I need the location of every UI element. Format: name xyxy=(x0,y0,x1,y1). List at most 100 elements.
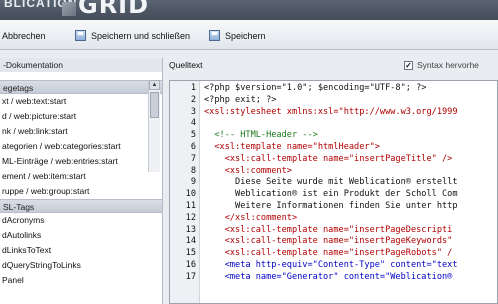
code-line: 14 <xsl:call-template name="insertPageKe… xyxy=(170,236,497,248)
code-line: 12 </xsl:comment> xyxy=(170,212,497,225)
code-line: 9 Diese Seite wurde mit Weblication® ers… xyxy=(170,177,497,189)
line-number: 9 xyxy=(190,177,196,188)
code-segment: <xsl:stylesheet xmlns:xsl="http://www.w3… xyxy=(204,106,458,117)
code-line: 1 <?php $version="1.0"; $encoding="UTF-8"… xyxy=(170,83,497,95)
save-disk-icon xyxy=(75,30,86,41)
code-segment: <xsl:call-template name="insertPageDescr… xyxy=(204,224,453,235)
code-segment: <!-- HTML-Header --> xyxy=(204,130,318,141)
tree-item[interactable]: ement / web:item:start xyxy=(0,169,162,184)
code-text: <xsl:call-template name="insertPageTitle… xyxy=(204,153,453,164)
tree-item[interactable]: dAutolinks xyxy=(0,228,162,243)
line-number: 11 xyxy=(185,201,196,211)
code-text: <?php exit; ?> xyxy=(204,95,276,105)
code-segment: Diese Seite wurde mit Weblication® erste… xyxy=(204,177,458,188)
xsl-tag-list: dAcronyms dAutolinks dLinksToText dQueryStr… xyxy=(0,213,162,288)
code-text: <xsl:call-template name="insertPageRobot… xyxy=(204,248,453,259)
tree-item[interactable]: dLinksToText xyxy=(0,243,162,258)
line-number: 8 xyxy=(190,165,196,176)
line-number: 15 xyxy=(185,248,196,259)
code-line: 17 <meta name="Generator" content="Webli… xyxy=(170,271,497,284)
tree-item[interactable]: Panel xyxy=(0,273,162,288)
code-text: <!-- HTML-Header --> xyxy=(204,130,318,141)
line-number: 17 xyxy=(185,271,196,282)
code-segment: </xsl:comment> xyxy=(204,212,298,223)
line-number: 12 xyxy=(185,212,196,223)
line-number: 6 xyxy=(190,142,196,152)
code-text: <meta http-equiv="Content-Type" content=… xyxy=(204,260,458,270)
code-segment: <?php exit; ?> xyxy=(204,94,277,105)
code-line: 4 xyxy=(170,118,497,130)
code-segment: Weitere Informationen finden Sie unter h… xyxy=(204,201,458,211)
section-header-tags[interactable]: egetags xyxy=(0,80,162,94)
code-line: 16 <meta http-equiv="Content-Type" conte… xyxy=(170,260,497,272)
toolbar: Abbrechen Speichern und schließen Speich… xyxy=(0,20,498,50)
section-header-xsl-tags[interactable]: SL-Tags xyxy=(0,199,162,213)
code-text: Diese Seite wurde mit Weblication® erste… xyxy=(204,177,458,187)
line-number: 14 xyxy=(185,236,196,247)
save-disk-icon xyxy=(209,30,220,41)
code-line: 8 <xsl:comment> xyxy=(170,165,497,178)
arrow-up-icon[interactable]: ▲ xyxy=(149,80,160,90)
logo-mark xyxy=(62,2,76,16)
tree-item[interactable]: dQueryStringToLinks xyxy=(0,258,162,273)
code-segment: <xsl:call-template name="insertPageTitle… xyxy=(204,153,453,164)
line-number: 7 xyxy=(190,153,196,164)
code-segment: <xsl:call-template name="insertPageRobot… xyxy=(204,248,453,259)
tag-list: xt / web:text:start d / web:picture:start… xyxy=(0,94,162,199)
tree-item[interactable]: nk / web:link:start xyxy=(0,124,162,139)
code-text: Weitere Informationen finden Sie unter h… xyxy=(204,201,458,211)
source-header: Quelltext ✓ Syntax hervorhe xyxy=(163,58,498,72)
code-editor[interactable]: 1 <?php $version="1.0"; $encoding="UTF-8"… xyxy=(169,80,498,304)
line-number: 4 xyxy=(190,118,196,129)
line-number: 10 xyxy=(185,189,196,200)
line-number: 3 xyxy=(190,106,196,117)
tree-item[interactable]: dAcronyms xyxy=(0,213,162,228)
tree-item[interactable]: d / web:picture:start xyxy=(0,109,162,124)
line-number: 2 xyxy=(190,94,196,105)
line-number: 5 xyxy=(190,130,196,141)
scroll-thumb[interactable] xyxy=(150,92,159,118)
cancel-button-label: Abbrechen xyxy=(2,30,46,41)
code-text: Weblication® ist ein Produkt der Scholl … xyxy=(204,189,458,199)
source-panel: Quelltext ✓ Syntax hervorhe 1 <?php $vers… xyxy=(163,58,498,304)
code-text: <xsl:call-template name="insertPageDescr… xyxy=(204,224,453,235)
tree-item[interactable]: ategorien / web:categories:start xyxy=(0,139,162,154)
line-number: 1 xyxy=(190,83,196,93)
code-segment: Weblication® ist ein Produkt der Scholl … xyxy=(204,189,458,200)
syntax-checkbox[interactable]: ✓ xyxy=(404,60,413,70)
tree-scrollbar[interactable]: ▲ xyxy=(148,80,160,172)
code-text: <xsl:call-template name="insertPageKeywo… xyxy=(204,236,453,247)
tree-item[interactable]: ruppe / web:group:start xyxy=(0,184,162,199)
code-line: 15 <xsl:call-template name="insertPageRo… xyxy=(170,248,497,260)
code-line: 11 Weitere Informationen finden Sie unte… xyxy=(170,201,497,213)
code-segment: <xsl:call-template name="insertPageKeywo… xyxy=(204,236,453,247)
code-text: <meta name="Generator" content="Weblicat… xyxy=(204,271,453,282)
tree-item[interactable]: ML-Einträge / web:entries:start xyxy=(0,154,162,169)
code-line: 2 <?php exit; ?> xyxy=(170,94,497,107)
code-line: 13 <xsl:call-template name="insertPageDe… xyxy=(170,224,497,237)
syntax-highlight-toggle[interactable]: ✓ Syntax hervorhe xyxy=(404,58,479,72)
code-line: 6 <xsl:template name="htmlHeader"> xyxy=(170,142,497,154)
code-text: <?php $version="1.0"; $encoding="UTF-8";… xyxy=(204,83,426,93)
code-segment: <xsl:template name="htmlHeader"> xyxy=(204,142,380,152)
code-segment: <meta name="Generator" content="Weblicat… xyxy=(204,271,453,282)
tree-item[interactable]: xt / web:text:start xyxy=(0,94,162,109)
code-line: 3 <xsl:stylesheet xmlns:xsl="http://www.w… xyxy=(170,106,497,119)
code-segment: <xsl:comment> xyxy=(204,165,292,176)
syntax-label: Syntax hervorhe xyxy=(417,60,479,70)
panel-title: -Dokumentation xyxy=(0,58,162,72)
brand-logo: GRID xyxy=(78,0,150,19)
line-number: 13 xyxy=(185,224,196,235)
save-button[interactable]: Speichern xyxy=(209,29,266,42)
code-line: 5 <!-- HTML-Header --> xyxy=(170,130,497,142)
save-button-label: Speichern xyxy=(225,30,266,41)
code-line: 7 <xsl:call-template name="insertPageTit… xyxy=(170,153,497,166)
code-segment: <meta http-equiv="Content-Type" content=… xyxy=(204,260,458,270)
code-segment: <?php $version="1.0"; $encoding="UTF-8";… xyxy=(204,83,427,93)
save-and-close-button[interactable]: Speichern und schließen xyxy=(75,29,190,42)
save-and-close-label: Speichern und schließen xyxy=(91,30,191,41)
cancel-button[interactable]: Abbrechen xyxy=(2,29,46,42)
documentation-panel: -Dokumentation egetags xt / web:text:sta… xyxy=(0,58,163,304)
code-text: <xsl:stylesheet xmlns:xsl="http://www.w3… xyxy=(204,107,458,117)
app-banner: BLICATION GRID xyxy=(0,0,498,20)
